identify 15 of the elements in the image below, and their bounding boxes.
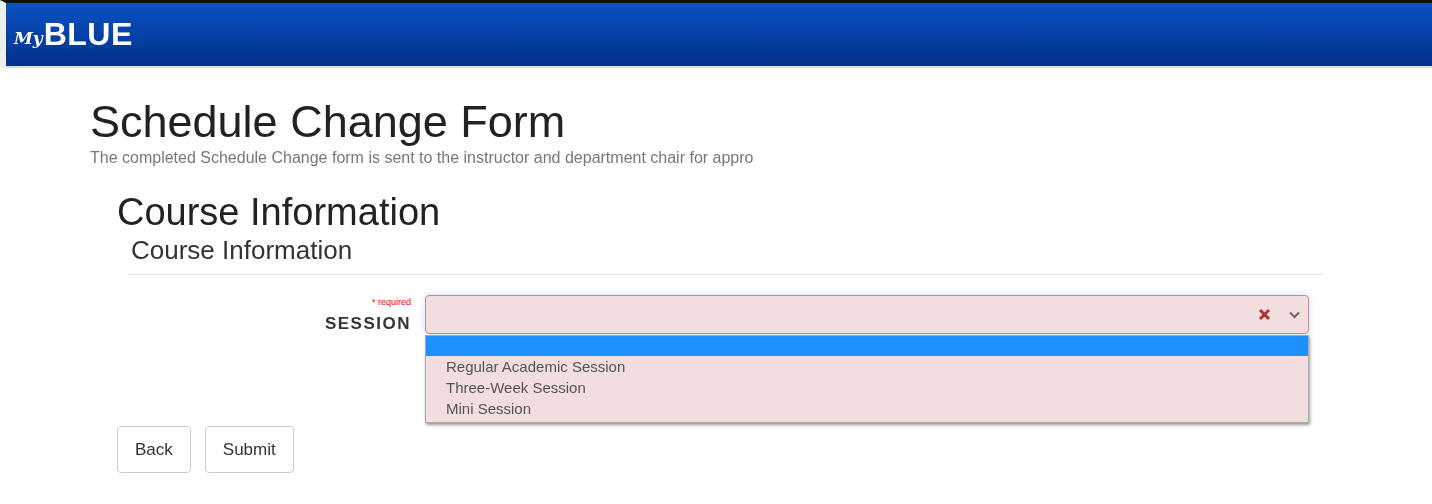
form-button[interactable]: Back	[117, 426, 191, 473]
dropdown-option[interactable]: Three-Week Session	[426, 377, 1308, 398]
dropdown-option[interactable]: Mini Session	[426, 398, 1308, 419]
caret-icon[interactable]	[1289, 310, 1300, 319]
field-label: SESSION	[324, 314, 411, 334]
dropdown-option[interactable]: Regular Academic Session	[426, 356, 1308, 377]
page-description: The completed Schedule Change form is sent to the instructor and department chair for appro	[90, 148, 755, 168]
required-note: * required	[371, 297, 411, 308]
page-title: Schedule Change Form	[90, 96, 567, 148]
section-subheading: Course Information	[131, 234, 354, 266]
logo-prefix: My	[14, 27, 43, 48]
form-button[interactable]: Submit	[204, 426, 294, 473]
section-heading: Course Information	[117, 190, 442, 234]
logo-text: BLUE	[43, 16, 133, 53]
clear-icon[interactable]	[1258, 308, 1271, 321]
